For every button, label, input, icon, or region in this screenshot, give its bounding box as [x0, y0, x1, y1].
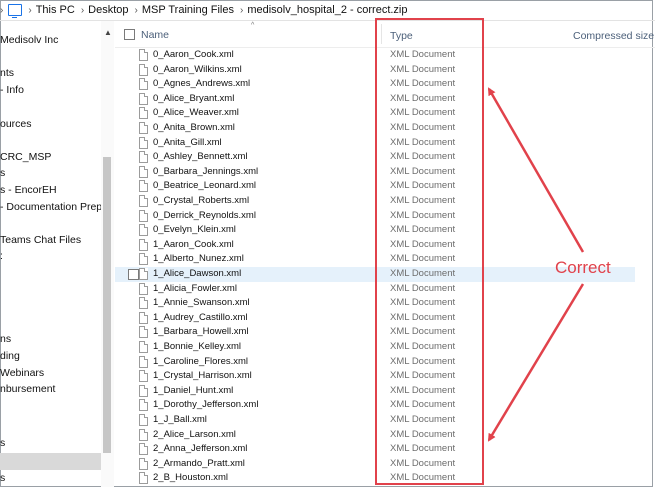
annotation-arrows	[487, 87, 585, 442]
annotation-arrow-down	[487, 283, 585, 442]
annotation-arrow-up	[487, 87, 585, 253]
